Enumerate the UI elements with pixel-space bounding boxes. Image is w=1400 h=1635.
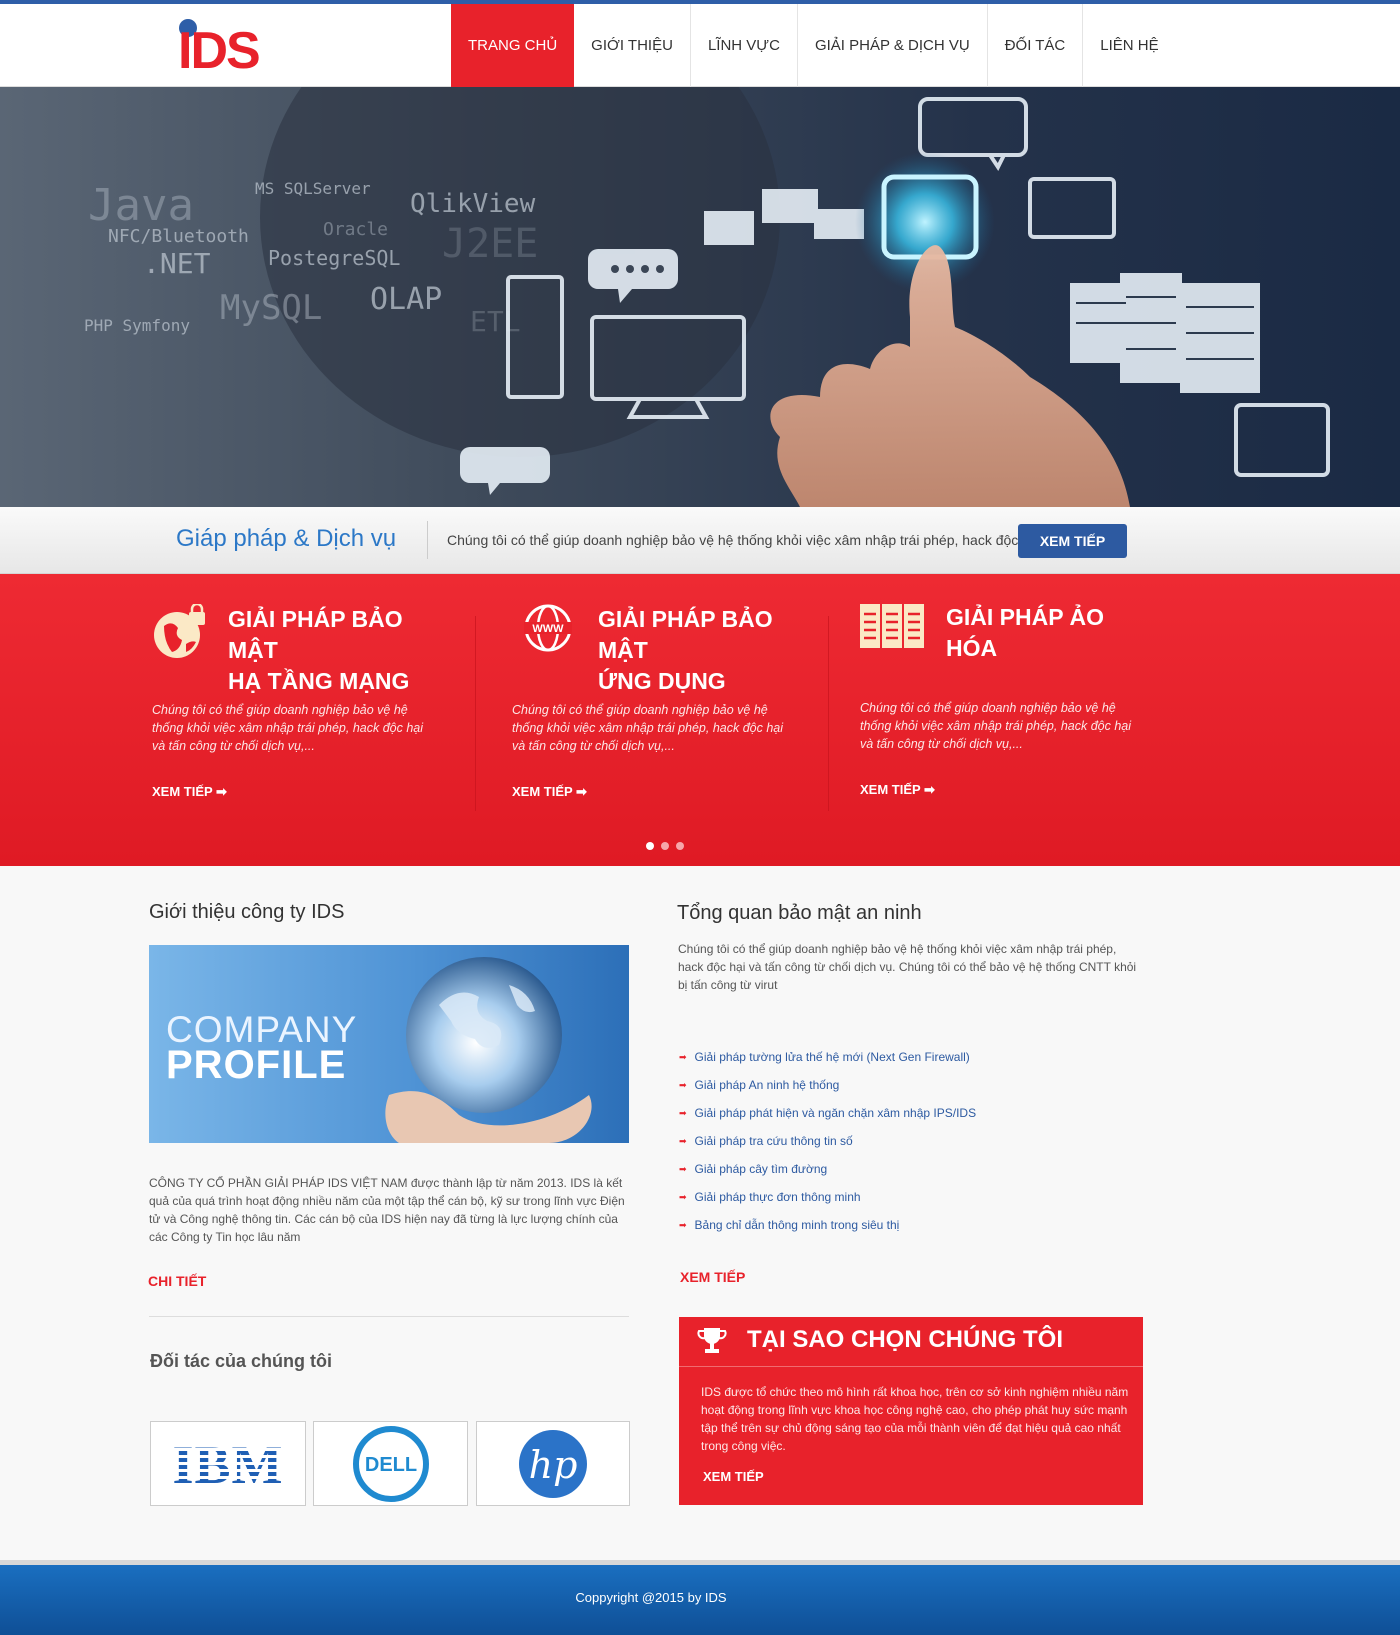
tech-word: PostegreSQL — [268, 246, 400, 270]
hero-slider: Java NFC/Bluetooth .NET MS SQLServer Ora… — [0, 87, 1400, 507]
documents-icon — [860, 604, 924, 648]
service-card-application: WWW GIẢI PHÁP BẢO MẬT ỨNG DỤNG Chúng tôi … — [512, 604, 802, 799]
globe-lock-icon — [154, 604, 205, 658]
service-more-link[interactable]: XEM TIẾP ➡ — [152, 784, 227, 800]
chat-bubble-icon — [918, 97, 1028, 157]
nav-giai-phap-dich-vu[interactable]: GIẢI PHÁP & DỊCH VỤ — [798, 4, 988, 87]
list-item[interactable]: ➡ Giải pháp An ninh hệ thống — [679, 1071, 976, 1099]
tablet-icon — [1234, 403, 1330, 477]
nav-linh-vuc[interactable]: LĨNH VỰC — [691, 4, 798, 87]
partner-logo-hp[interactable]: hp — [476, 1421, 630, 1506]
list-item[interactable]: ➡ Giải pháp thực đơn thông minh — [679, 1183, 976, 1211]
services-pagination — [646, 842, 684, 850]
list-item[interactable]: ➡ Bảng chỉ dẫn thông minh trong siêu thị — [679, 1211, 976, 1239]
overview-text: Chúng tôi có thể giúp doanh nghiệp bảo v… — [678, 942, 1137, 992]
service-card-virtualization: GIẢI PHÁP ẢO HÓA Chúng tôi có thể giúp do… — [860, 602, 1150, 797]
tech-word: OLAP — [370, 282, 442, 317]
nav-lien-he[interactable]: LIÊN HỆ — [1083, 4, 1175, 87]
tech-word: MySQL — [220, 288, 322, 328]
nav-gioi-thieu[interactable]: GIỚI THIỆU — [574, 4, 691, 87]
speech-bubble-icon — [460, 447, 550, 495]
dell-logo-icon: DELL — [352, 1425, 429, 1502]
partners-heading: Đối tác của chúng tôi — [150, 1351, 333, 1371]
strip-more-button[interactable]: XEM TIẾP — [1018, 524, 1127, 558]
partner-logo-ibm[interactable]: IBM — [150, 1421, 306, 1506]
tech-word: ETL — [470, 305, 521, 338]
arrow-right-icon: ➡ — [679, 1079, 687, 1090]
why-choose-us-box: TẠI SAO CHỌN CHÚNG TÔI IDS được tổ chức … — [679, 1317, 1143, 1505]
section-divider — [149, 1316, 629, 1317]
partner-logo-dell[interactable]: DELL — [313, 1421, 468, 1506]
service-description: Chúng tôi có thể giúp doanh nghiệp bảo v… — [860, 701, 1132, 751]
arrow-right-icon: ➡ — [679, 1163, 687, 1174]
main-nav: TRANG CHỦ GIỚI THIỆU LĨNH VỰC GIẢI PHÁP … — [451, 4, 1176, 87]
overview-heading: Tổng quan bảo mật an ninh — [677, 902, 922, 924]
service-title: GIẢI PHÁP BẢO MẬT HẠ TẦNG MẠNG — [228, 606, 410, 694]
service-description: Chúng tôi có thể giúp doanh nghiệp bảo v… — [152, 703, 424, 753]
service-description: Chúng tôi có thể giúp doanh nghiệp bảo v… — [512, 703, 784, 753]
services-dot-2[interactable] — [661, 842, 669, 850]
ibm-logo-icon: IBM — [160, 1439, 296, 1489]
arrow-right-icon: ➡ — [679, 1219, 687, 1230]
arrow-right-icon: ➡ — [679, 1191, 687, 1202]
services-carousel: GIẢI PHÁP BẢO MẬT HẠ TẦNG MẠNG Chúng tôi … — [0, 574, 1400, 866]
tablet-icon — [1028, 177, 1116, 239]
why-text: IDS được tổ chức theo mô hình rất khoa h… — [701, 1385, 1129, 1453]
service-title: GIẢI PHÁP BẢO MẬT ỨNG DỤNG — [598, 606, 773, 694]
tech-word: MS SQLServer — [255, 179, 371, 198]
list-item[interactable]: ➡ Giải pháp phát hiện và ngăn chặn xâm nh… — [679, 1099, 976, 1127]
column-divider — [828, 616, 829, 811]
why-title: TẠI SAO CHỌN CHÚNG TÔI — [747, 1326, 1063, 1353]
hp-logo-icon: hp — [519, 1429, 587, 1498]
tech-word: J2EE — [442, 221, 538, 267]
site-footer: Coppyright @2015 by IDS — [0, 1560, 1400, 1635]
svg-text:WWW: WWW — [532, 623, 564, 635]
intro-detail-link[interactable]: CHI TIẾT — [148, 1273, 206, 1289]
svg-text:hp: hp — [529, 1443, 578, 1487]
svg-text:DELL: DELL — [364, 1454, 416, 1476]
why-more-link[interactable]: XEM TIẾP — [703, 1469, 764, 1484]
profile-title-line2: PROFILE — [166, 1043, 347, 1087]
list-item[interactable]: ➡ Giải pháp cây tìm đường — [679, 1155, 976, 1183]
nav-trang-chu[interactable]: TRANG CHỦ — [451, 4, 575, 87]
copyright-text: Coppyright @2015 by IDS — [575, 1590, 727, 1605]
strip-divider — [427, 521, 428, 559]
trophy-icon — [697, 1328, 727, 1353]
strip-title: Giáp pháp & Dịch vụ — [176, 525, 397, 552]
arrow-right-icon: ➡ — [679, 1107, 687, 1118]
arrow-right-icon: ➡ — [679, 1051, 687, 1062]
list-item[interactable]: ➡ Giải pháp tra cứu thông tin số — [679, 1127, 976, 1155]
nav-doi-tac[interactable]: ĐỐI TÁC — [988, 4, 1084, 87]
logo-text: IDS — [178, 22, 259, 74]
arrow-right-icon: ➡ — [679, 1135, 687, 1146]
hero-illustration: Java NFC/Bluetooth .NET MS SQLServer Ora… — [84, 87, 1330, 507]
strip-description: Chúng tôi có thể giúp doanh nghiệp bảo v… — [447, 532, 1030, 548]
overview-more-link[interactable]: XEM TIẾP — [680, 1269, 745, 1285]
www-globe-icon: WWW — [524, 604, 572, 652]
tech-word: Oracle — [323, 219, 388, 240]
solutions-list: ➡ Giải pháp tường lửa thế hệ mới (Next Ge… — [679, 1043, 976, 1239]
intro-heading: Giới thiệu công ty IDS — [149, 901, 345, 923]
site-header: IDS TRANG CHỦ GIỚI THIỆU LĨNH VỰC GIẢI P… — [0, 4, 1400, 87]
tech-word: NFC/Bluetooth — [108, 226, 249, 247]
service-more-link[interactable]: XEM TIẾP ➡ — [860, 782, 935, 798]
services-dot-3[interactable] — [676, 842, 684, 850]
service-card-network: GIẢI PHÁP BẢO MẬT HẠ TẦNG MẠNG Chúng tôi … — [152, 604, 442, 799]
intro-text: CÔNG TY CỔ PHẦN GIẢI PHÁP IDS VIỆT NAM đ… — [149, 1176, 625, 1244]
tech-word: PHP Symfony — [84, 316, 190, 335]
column-divider — [475, 616, 476, 811]
services-strip: Giáp pháp & Dịch vụ Chúng tôi có thể giú… — [0, 507, 1400, 574]
service-more-link[interactable]: XEM TIẾP ➡ — [512, 784, 587, 800]
tech-word: QlikView — [410, 189, 536, 219]
tech-word: .NET — [143, 247, 211, 280]
ids-logo[interactable]: IDS — [178, 18, 294, 80]
company-profile-image[interactable]: COMPANY PROFILE — [149, 945, 629, 1143]
services-dot-1[interactable] — [646, 842, 654, 850]
service-title: GIẢI PHÁP ẢO HÓA — [946, 604, 1105, 661]
tech-word: Java — [88, 180, 194, 231]
list-item[interactable]: ➡ Giải pháp tường lửa thế hệ mới (Next Ge… — [679, 1043, 976, 1071]
